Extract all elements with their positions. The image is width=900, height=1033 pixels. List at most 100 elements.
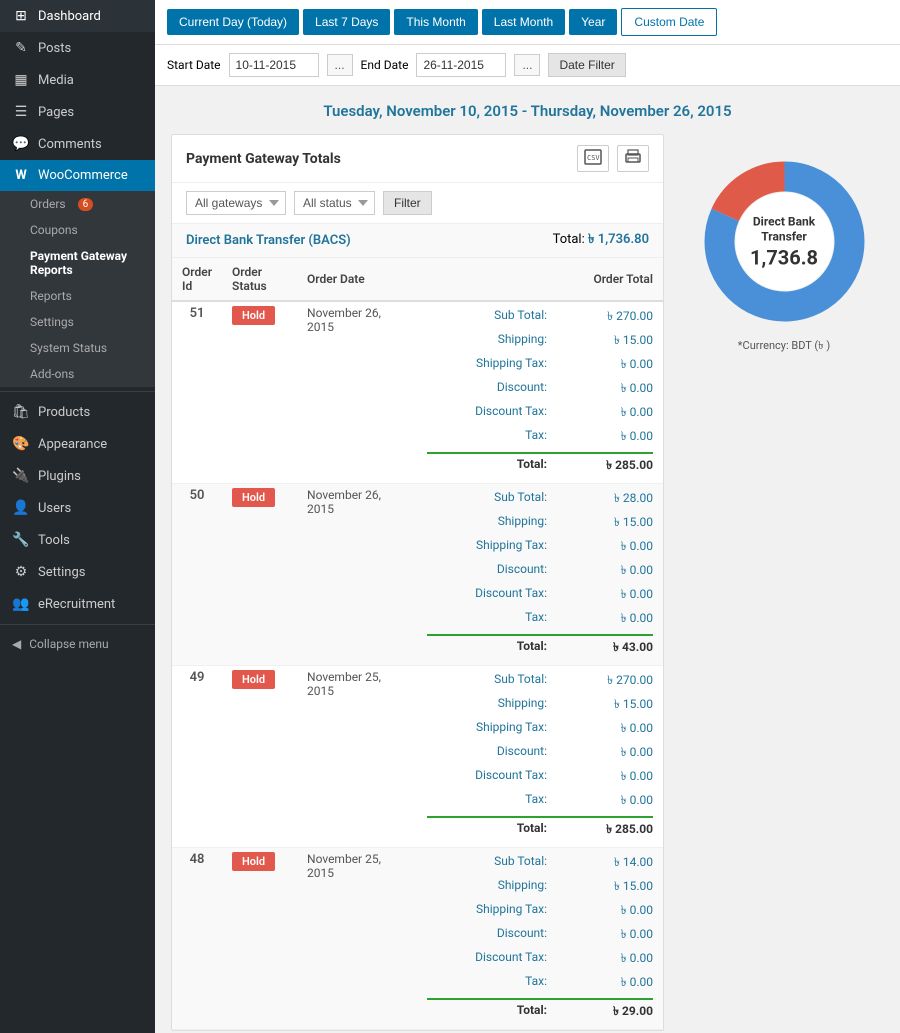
- detail-sub-total: Sub Total: ৳ 270.00: [427, 670, 653, 694]
- detail-discount-tax: Discount Tax: ৳ 0.00: [427, 402, 653, 426]
- order-id-cell: 48: [172, 848, 222, 1030]
- order-status-cell: Hold: [222, 484, 297, 666]
- col-order-status: Order Status: [222, 258, 297, 301]
- sidebar-item-payment-gateway-reports[interactable]: Payment Gateway Reports: [0, 243, 155, 283]
- woocommerce-icon: W: [12, 168, 30, 183]
- status-badge: Hold: [232, 852, 275, 871]
- detail-shipping: Shipping: ৳ 15.00: [427, 876, 653, 900]
- status-badge: Hold: [232, 488, 275, 507]
- sidebar-item-orders[interactable]: Orders 6: [0, 191, 155, 217]
- pages-icon: ☰: [12, 104, 30, 120]
- collapse-icon: ◀: [12, 637, 21, 651]
- order-details-cell: Sub Total: ৳ 270.00 Shipping: ৳ 15.00 Sh…: [417, 301, 663, 484]
- sidebar-item-posts[interactable]: ✎ Posts: [0, 32, 155, 64]
- sidebar-item-users[interactable]: 👤 Users: [0, 492, 155, 524]
- table-header-row: Order Id Order Status Order Date Order T…: [172, 258, 663, 301]
- gateway-total-value: ৳ 1,736.80: [588, 232, 649, 247]
- sidebar-item-reports[interactable]: Reports: [0, 283, 155, 309]
- sidebar-item-dashboard[interactable]: ⊞ Dashboard: [0, 0, 155, 32]
- sidebar-item-comments[interactable]: 💬 Comments: [0, 128, 155, 160]
- sidebar-item-products[interactable]: 🛍 Products: [0, 396, 155, 428]
- filter-apply-btn[interactable]: Filter: [383, 191, 432, 215]
- sidebar: ⊞ Dashboard ✎ Posts ▦ Media ☰ Pages 💬 Co…: [0, 0, 155, 1033]
- end-date-picker-btn[interactable]: ...: [514, 54, 540, 76]
- date-filter-bar: Current Day (Today) Last 7 Days This Mon…: [155, 0, 900, 45]
- col-order-id: Order Id: [172, 258, 222, 301]
- order-status-cell: Hold: [222, 848, 297, 1030]
- sidebar-item-settings[interactable]: Settings: [0, 309, 155, 335]
- detail-shipping-tax: Shipping Tax: ৳ 0.00: [427, 718, 653, 742]
- detail-discount: Discount: ৳ 0.00: [427, 560, 653, 584]
- end-date-label: End Date: [361, 58, 409, 72]
- detail-sub-total: Sub Total: ৳ 270.00: [427, 306, 653, 330]
- col-order-total: Order Total: [417, 258, 663, 301]
- detail-tax: Tax: ৳ 0.00: [427, 972, 653, 996]
- this-month-btn[interactable]: This Month: [394, 9, 477, 35]
- settings-label: Settings: [30, 315, 74, 329]
- pgr-label: Payment Gateway Reports: [30, 249, 143, 277]
- sidebar-label-posts: Posts: [38, 41, 71, 56]
- sidebar-item-woocommerce[interactable]: W WooCommerce: [0, 160, 155, 191]
- svg-text:CSV: CSV: [587, 154, 600, 162]
- chart-gateway-name: Direct Bank Transfer: [740, 214, 828, 245]
- sidebar-label-tools: Tools: [38, 533, 70, 548]
- end-date-input[interactable]: [416, 53, 506, 77]
- report-table-title: Payment Gateway Totals: [186, 151, 341, 167]
- sidebar-divider-1: [0, 391, 155, 392]
- sidebar-item-erecruitment[interactable]: 👥 eRecruitment: [0, 588, 155, 620]
- detail-discount: Discount: ৳ 0.00: [427, 378, 653, 402]
- order-date-cell: November 26, 2015: [297, 484, 417, 666]
- collapse-label: Collapse menu: [29, 637, 108, 651]
- date-filter-apply-btn[interactable]: Date Filter: [548, 53, 625, 77]
- order-date-cell: November 25, 2015: [297, 666, 417, 848]
- detail-sub-total: Sub Total: ৳ 28.00: [427, 488, 653, 512]
- sidebar-label-media: Media: [38, 73, 74, 88]
- gateway-name: Direct Bank Transfer (BACS): [186, 233, 351, 248]
- products-icon: 🛍: [12, 404, 30, 420]
- sidebar-item-appearance[interactable]: 🎨 Appearance: [0, 428, 155, 460]
- chart-currency-note: *Currency: BDT (৳ ): [738, 337, 830, 356]
- gateway-filter[interactable]: All gateways: [186, 191, 286, 215]
- sidebar-item-pages[interactable]: ☰ Pages: [0, 96, 155, 128]
- detail-discount-tax: Discount Tax: ৳ 0.00: [427, 584, 653, 608]
- sidebar-item-media[interactable]: ▦ Media: [0, 64, 155, 96]
- collapse-menu-btn[interactable]: ◀ Collapse menu: [0, 629, 155, 659]
- sidebar-item-settings-main[interactable]: ⚙ Settings: [0, 556, 155, 588]
- sidebar-item-tools[interactable]: 🔧 Tools: [0, 524, 155, 556]
- detail-tax: Tax: ৳ 0.00: [427, 608, 653, 632]
- sidebar-label-products: Products: [38, 405, 90, 420]
- sidebar-label-woocommerce: WooCommerce: [38, 168, 128, 183]
- detail-discount-tax: Discount Tax: ৳ 0.00: [427, 766, 653, 790]
- report-layout: Payment Gateway Totals CSV: [171, 134, 884, 1031]
- current-day-btn[interactable]: Current Day (Today): [167, 9, 299, 35]
- media-icon: ▦: [12, 72, 30, 88]
- print-btn[interactable]: [617, 145, 649, 172]
- detail-total: Total: ৳ 29.00: [427, 998, 653, 1025]
- sidebar-label-erecruitment: eRecruitment: [38, 597, 115, 612]
- order-status-cell: Hold: [222, 301, 297, 484]
- main-content: Current Day (Today) Last 7 Days This Mon…: [155, 0, 900, 1033]
- orders-badge: 6: [78, 198, 94, 211]
- status-badge: Hold: [232, 670, 275, 689]
- start-date-picker-btn[interactable]: ...: [327, 54, 353, 76]
- csv-export-btn[interactable]: CSV: [577, 145, 609, 172]
- order-id-cell: 51: [172, 301, 222, 484]
- coupons-label: Coupons: [30, 223, 78, 237]
- sidebar-item-coupons[interactable]: Coupons: [0, 217, 155, 243]
- last-7-days-btn[interactable]: Last 7 Days: [303, 9, 390, 35]
- start-date-input[interactable]: [229, 53, 319, 77]
- print-icon: [624, 149, 642, 165]
- detail-shipping-tax: Shipping Tax: ৳ 0.00: [427, 354, 653, 378]
- sidebar-item-add-ons[interactable]: Add-ons: [0, 361, 155, 387]
- sidebar-item-system-status[interactable]: System Status: [0, 335, 155, 361]
- sidebar-label-pages: Pages: [38, 105, 74, 120]
- status-filter[interactable]: All status: [294, 191, 375, 215]
- custom-date-btn[interactable]: Custom Date: [621, 8, 717, 36]
- sidebar-label-dashboard: Dashboard: [38, 9, 101, 24]
- table-row: 50 Hold November 26, 2015 Sub Total: ৳ 2…: [172, 484, 663, 666]
- year-btn[interactable]: Year: [569, 9, 617, 35]
- last-month-btn[interactable]: Last Month: [482, 9, 565, 35]
- sidebar-item-plugins[interactable]: 🔌 Plugins: [0, 460, 155, 492]
- sidebar-label-users: Users: [38, 501, 71, 516]
- tools-icon: 🔧: [12, 532, 30, 548]
